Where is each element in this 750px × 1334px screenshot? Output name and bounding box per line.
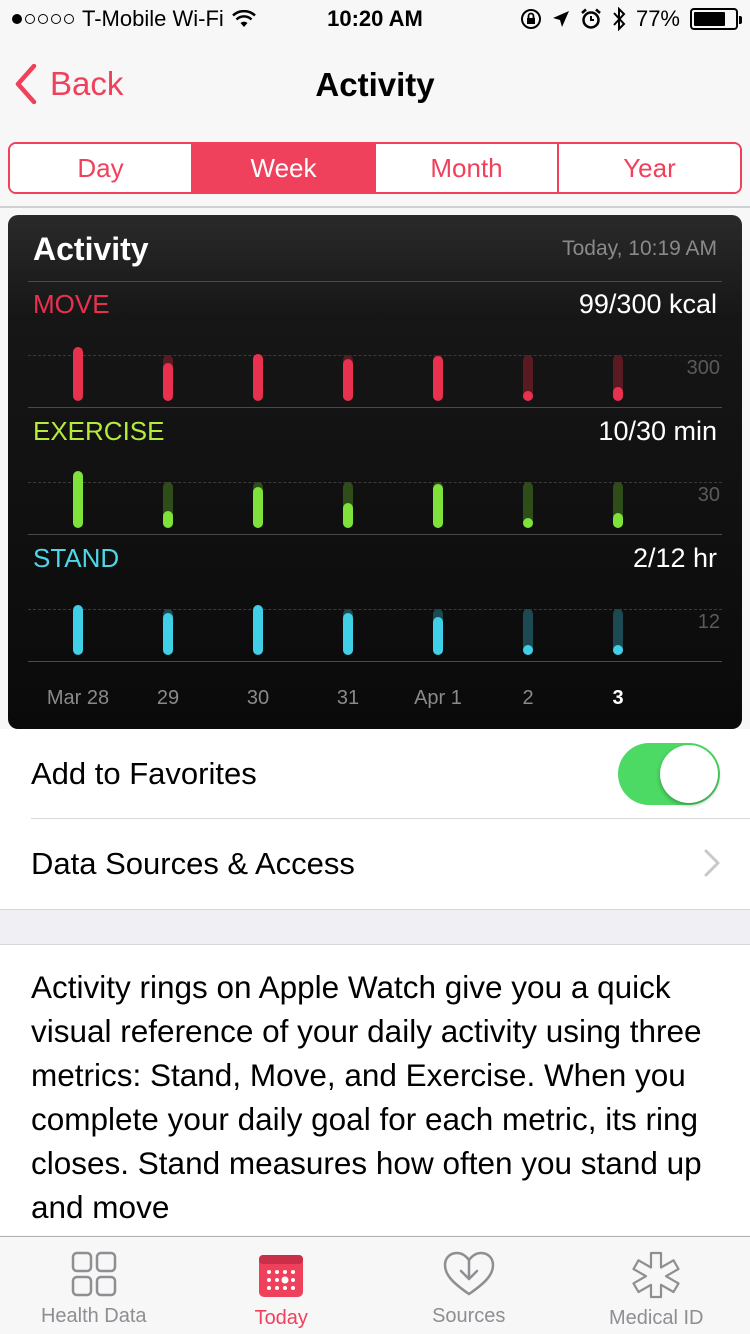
tab-health-data[interactable]: Health Data — [0, 1237, 188, 1334]
navigation-bar: Back Activity — [0, 40, 750, 128]
move-bar — [613, 387, 623, 401]
exercise-metric-name: EXERCISE — [33, 416, 165, 446]
activity-description: Activity rings on Apple Watch give you a… — [0, 945, 750, 1235]
add-to-favorites-label: Add to Favorites — [31, 756, 257, 791]
stand-bar — [613, 645, 623, 655]
card-timestamp: Today, 10:19 AM — [562, 237, 717, 260]
x-axis-label: 2 — [522, 687, 534, 709]
favorites-toggle[interactable] — [618, 743, 720, 805]
sources-heart-icon — [443, 1251, 495, 1296]
segment-day[interactable]: Day — [10, 144, 193, 192]
toggle-knob — [660, 745, 718, 803]
move-bar — [523, 391, 533, 401]
exercise-bar — [523, 518, 533, 528]
x-axis-label: 31 — [336, 687, 360, 709]
move-bar — [163, 362, 173, 401]
stand-bar — [73, 605, 83, 655]
settings-list: Add to Favorites Data Sources & Access — [0, 729, 750, 909]
move-baseline — [28, 407, 722, 408]
medical-id-icon — [632, 1251, 680, 1299]
exercise-bar — [73, 471, 83, 528]
x-axis-label: 3 — [612, 687, 624, 709]
tab-label-today: Today — [254, 1307, 308, 1329]
battery-icon — [690, 8, 742, 30]
move-bar — [253, 354, 263, 401]
today-calendar-icon — [259, 1255, 304, 1297]
segment-year[interactable]: Year — [559, 144, 740, 192]
exercise-baseline — [28, 534, 722, 535]
period-segmented-control: Day Week Month Year — [8, 142, 742, 194]
move-bar — [433, 355, 443, 401]
status-right: 77% — [520, 6, 742, 32]
exercise-bar — [343, 503, 353, 528]
stand-metric-name: STAND — [33, 543, 120, 573]
stand-bar — [343, 612, 353, 655]
segment-month[interactable]: Month — [376, 144, 559, 192]
x-axis-label: Mar 28 — [46, 687, 110, 709]
battery-percent: 77% — [635, 6, 680, 31]
move-metric-summary: 99/300 kcal — [578, 289, 717, 319]
add-to-favorites-row: Add to Favorites — [0, 729, 750, 819]
orientation-lock-icon — [520, 9, 541, 29]
exercise-bar — [163, 511, 173, 528]
tab-label-health-data: Health Data — [40, 1305, 147, 1327]
alarm-icon — [581, 8, 601, 29]
chart-top-separator — [28, 281, 722, 282]
stand-bar — [163, 612, 173, 655]
data-sources-access-row[interactable]: Data Sources & Access — [0, 819, 750, 909]
section-gap — [0, 909, 750, 945]
x-axis-label: Apr 1 — [414, 687, 462, 709]
stand-goal-label: 12 — [697, 611, 720, 633]
x-axis-label: 30 — [246, 687, 270, 709]
location-arrow-icon — [552, 11, 569, 27]
move-bar — [343, 358, 353, 401]
stand-bar — [433, 616, 443, 655]
description-text: Activity rings on Apple Watch give you a… — [31, 969, 702, 1225]
tab-medical-id[interactable]: Medical ID — [563, 1237, 750, 1334]
exercise-bar — [613, 512, 623, 528]
exercise-bar — [253, 486, 263, 528]
tab-today[interactable]: Today — [188, 1237, 376, 1334]
exercise-metric-summary: 10/30 min — [598, 416, 717, 446]
data-sources-access-label: Data Sources & Access — [31, 846, 355, 881]
card-title: Activity — [33, 231, 149, 267]
health-data-icon — [71, 1251, 116, 1297]
tab-label-medical-id: Medical ID — [609, 1307, 704, 1329]
tab-sources[interactable]: Sources — [375, 1237, 563, 1334]
segment-week[interactable]: Week — [193, 144, 376, 192]
tab-bar: Health Data Today Sources Medical ID — [0, 1236, 750, 1334]
activity-chart-card[interactable]: Activity Today, 10:19 AM MOVE 99/300 kcal… — [8, 215, 742, 729]
x-axis-label: 29 — [156, 687, 180, 709]
move-bar — [73, 346, 83, 401]
divider — [0, 206, 750, 208]
tab-label-sources: Sources — [432, 1305, 506, 1327]
stand-bar — [523, 645, 533, 655]
page-title: Activity — [315, 66, 435, 103]
move-metric-name: MOVE — [33, 289, 110, 319]
move-goal-label: 300 — [686, 357, 720, 379]
exercise-goal-label: 30 — [697, 484, 720, 506]
chevron-right-icon — [704, 849, 720, 877]
stand-metric-summary: 2/12 hr — [632, 543, 717, 573]
status-bar: T-Mobile Wi-Fi 10:20 AM 77% — [0, 0, 750, 40]
stand-baseline — [28, 661, 722, 662]
stand-bar — [253, 605, 263, 655]
exercise-bar — [433, 483, 443, 528]
battery-level — [694, 12, 725, 26]
bluetooth-icon — [613, 7, 626, 31]
